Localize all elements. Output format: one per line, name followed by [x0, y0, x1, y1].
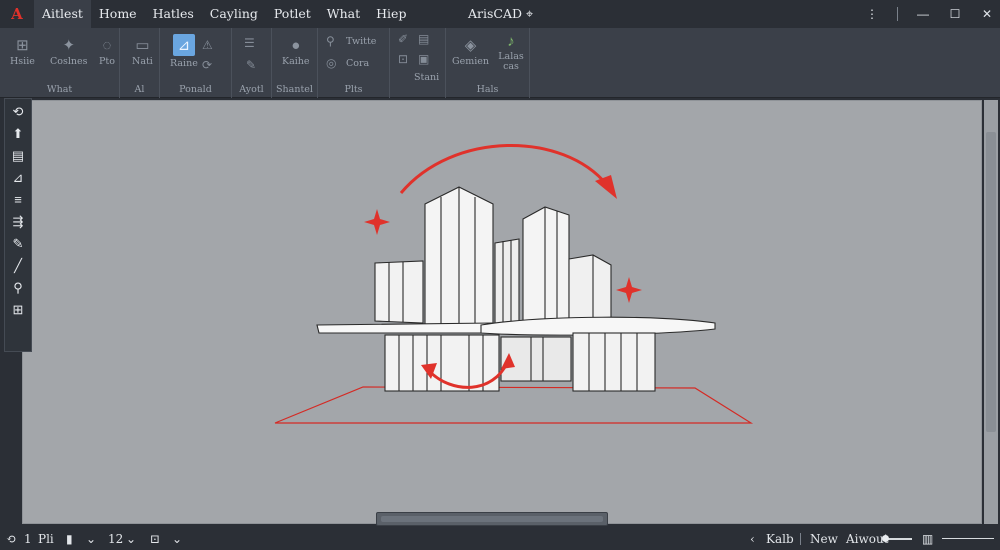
selected-tool-icon: ⊿ [172, 34, 195, 56]
restore-button[interactable]: ☐ [948, 7, 962, 21]
panel-icon[interactable]: ▤ [418, 32, 429, 46]
menu-item-hatles[interactable]: Hatles [145, 0, 202, 28]
chevron-down-icon[interactable]: ⌄ [86, 528, 96, 550]
ribbon-tool-pto[interactable]: ◌ Pto [98, 36, 116, 68]
ribbon-tool-gemien[interactable]: ◈ Gemien [452, 36, 489, 67]
ribbon-tool-raine[interactable]: ⊿ Raine [170, 34, 198, 69]
viewport-icon[interactable]: ⊡ [150, 528, 160, 550]
ribbon-group-shantel: ● Kaihe Shantel [272, 28, 318, 98]
shape-icon[interactable]: ⊿ [9, 169, 27, 186]
horizontal-scroll-thumb[interactable] [381, 516, 603, 522]
vertical-scroll-thumb[interactable] [986, 132, 996, 432]
building-drawing [274, 143, 754, 424]
tall-tower-left [424, 186, 494, 330]
menu-item-aitlest[interactable]: Aitlest [34, 0, 91, 28]
push-pin-icon: ✦ [62, 37, 76, 54]
menu-item-home[interactable]: Home [91, 0, 145, 28]
layer-icon[interactable]: ▤ [9, 147, 27, 164]
lasso-icon: ◌ [102, 36, 112, 54]
image-icon[interactable]: ▣ [418, 52, 429, 66]
viewport-chevron-icon[interactable]: ⌄ [172, 528, 182, 550]
status-number: 1 [24, 532, 32, 546]
document-icon[interactable]: ▮ [66, 528, 73, 550]
horizontal-scrollbar[interactable] [376, 512, 608, 526]
ribbon-tool-twitte[interactable]: Twitte [346, 36, 376, 47]
right-block [568, 254, 612, 322]
window-title: ArisCAD ⌖ [468, 6, 534, 21]
sync-icon[interactable]: ⟳ [202, 58, 212, 72]
ribbon-tool-stani[interactable]: Stani [414, 72, 439, 83]
pencil-icon[interactable]: ✎ [9, 235, 27, 252]
ribbon-tool-cora[interactable]: Cora [346, 58, 369, 69]
status-page[interactable]: Pli [38, 528, 54, 550]
ribbon-group-what: ⊞ Hsiie ✦ Coslnes ◌ Pto What [0, 28, 120, 98]
ribbon: ⊞ Hsiie ✦ Coslnes ◌ Pto What ▭ Nati Al ⊿… [0, 28, 1000, 98]
arrow-left-icon[interactable]: ‹ [750, 528, 755, 550]
divider [897, 7, 898, 21]
close-button[interactable]: ✕ [980, 7, 994, 21]
zoom-value[interactable]: 12 [108, 528, 123, 550]
window-controls: ⋮ — ☐ ✕ [865, 0, 994, 28]
music-note-icon: ♪ [507, 32, 515, 50]
pan-icon[interactable]: ⬆ [9, 125, 27, 142]
model-viewport[interactable] [22, 100, 982, 524]
ribbon-tool-lalas[interactable]: ♪ Lalas cas [496, 32, 526, 72]
ribbon-group-plts: ⚲ Twitte ◎ Cora Plts [318, 28, 390, 98]
brush-icon[interactable]: ✎ [246, 58, 256, 72]
menu-item-potlet[interactable]: Potlet [266, 0, 319, 28]
line-icon[interactable]: ╱ [9, 257, 27, 274]
pivot-marker-left [364, 209, 390, 235]
pen-icon[interactable]: ✐ [398, 32, 408, 46]
menu-item-hiep[interactable]: Hiep [368, 0, 414, 28]
grid-icon[interactable]: ⊞ [9, 301, 27, 318]
pivot-marker-right [616, 277, 642, 303]
left-block [374, 260, 424, 324]
vertical-scrollbar[interactable] [984, 100, 998, 524]
status-new[interactable]: New [810, 528, 838, 550]
menu-item-what[interactable]: What [319, 0, 368, 28]
tall-tower-right [522, 206, 570, 328]
fly-icon[interactable]: ⇶ [9, 213, 27, 230]
ribbon-group-ayotl: ☰ ✎ Ayotl [232, 28, 272, 98]
sphere-icon: ● [291, 36, 301, 54]
ribbon-tool-coslnes[interactable]: ✦ Coslnes [50, 36, 88, 67]
menu-item-cayling[interactable]: Cayling [202, 0, 266, 28]
grid-tool-icon: ⊞ [16, 37, 29, 54]
ribbon-group-hals: ◈ Gemien ♪ Lalas cas Hals [446, 28, 530, 98]
orbit-arrow-top [399, 143, 609, 194]
ground-plane-outline [274, 386, 754, 424]
render-icon: ◈ [464, 37, 477, 54]
layout-grid-icon[interactable]: ▥ [922, 528, 933, 550]
ribbon-group-al: ▭ Nati Al [120, 28, 160, 98]
status-kalb[interactable]: Kalb [766, 528, 794, 550]
middle-block [494, 238, 520, 324]
box-icon: ▭ [135, 37, 150, 54]
navigation-toolstrip: ⟲ ⬆ ▤ ⊿ ≡ ⇶ ✎ ╱ ⚲ ⊞ [4, 98, 32, 352]
zoom-chevron-icon[interactable]: ⌄ [126, 528, 136, 550]
ribbon-tool-kaihe[interactable]: ● Kaihe [282, 36, 310, 68]
app-logo-icon[interactable]: A [0, 0, 34, 28]
circle-tool-icon[interactable]: ◎ [326, 56, 336, 70]
lines-icon[interactable]: ≡ [9, 191, 27, 208]
ribbon-tool-hsiie[interactable]: ⊞ Hsiie [10, 36, 35, 67]
drawing-area: ⟲ ⬆ ▤ ⊿ ≡ ⇶ ✎ ╱ ⚲ ⊞ [0, 98, 1000, 528]
minimize-button[interactable]: — [916, 7, 930, 21]
ribbon-group-stani: ✐ ▤ ⊡ ▣ Stani [390, 28, 446, 98]
magnifier-icon[interactable]: ⚲ [9, 279, 27, 296]
search-tool-icon[interactable]: ⚲ [326, 34, 335, 48]
warning-icon[interactable]: ⚠ [202, 38, 213, 52]
ribbon-tool-nati[interactable]: ▭ Nati [132, 36, 153, 67]
status-progress-line [942, 538, 994, 539]
stack-icon[interactable]: ☰ [244, 36, 255, 50]
frame-icon[interactable]: ⊡ [398, 52, 408, 66]
overflow-menu-icon[interactable]: ⋮ [865, 7, 879, 21]
ribbon-group-ponald: ⊿ Raine ⚠ ⟳ Ponald [160, 28, 232, 98]
layout-icon[interactable]: ⟲ [6, 528, 16, 550]
divider [800, 533, 801, 545]
status-bar: ⟲ 1 Pli ▮ ⌄ 12 ⌄ ⊡ ⌄ ‹ Kalb New Aiwout ▥ [0, 528, 1000, 550]
podium [384, 332, 656, 392]
orbit-icon[interactable]: ⟲ [9, 103, 27, 120]
zoom-slider[interactable] [882, 535, 912, 542]
orbit-arrowhead-top [595, 175, 617, 199]
